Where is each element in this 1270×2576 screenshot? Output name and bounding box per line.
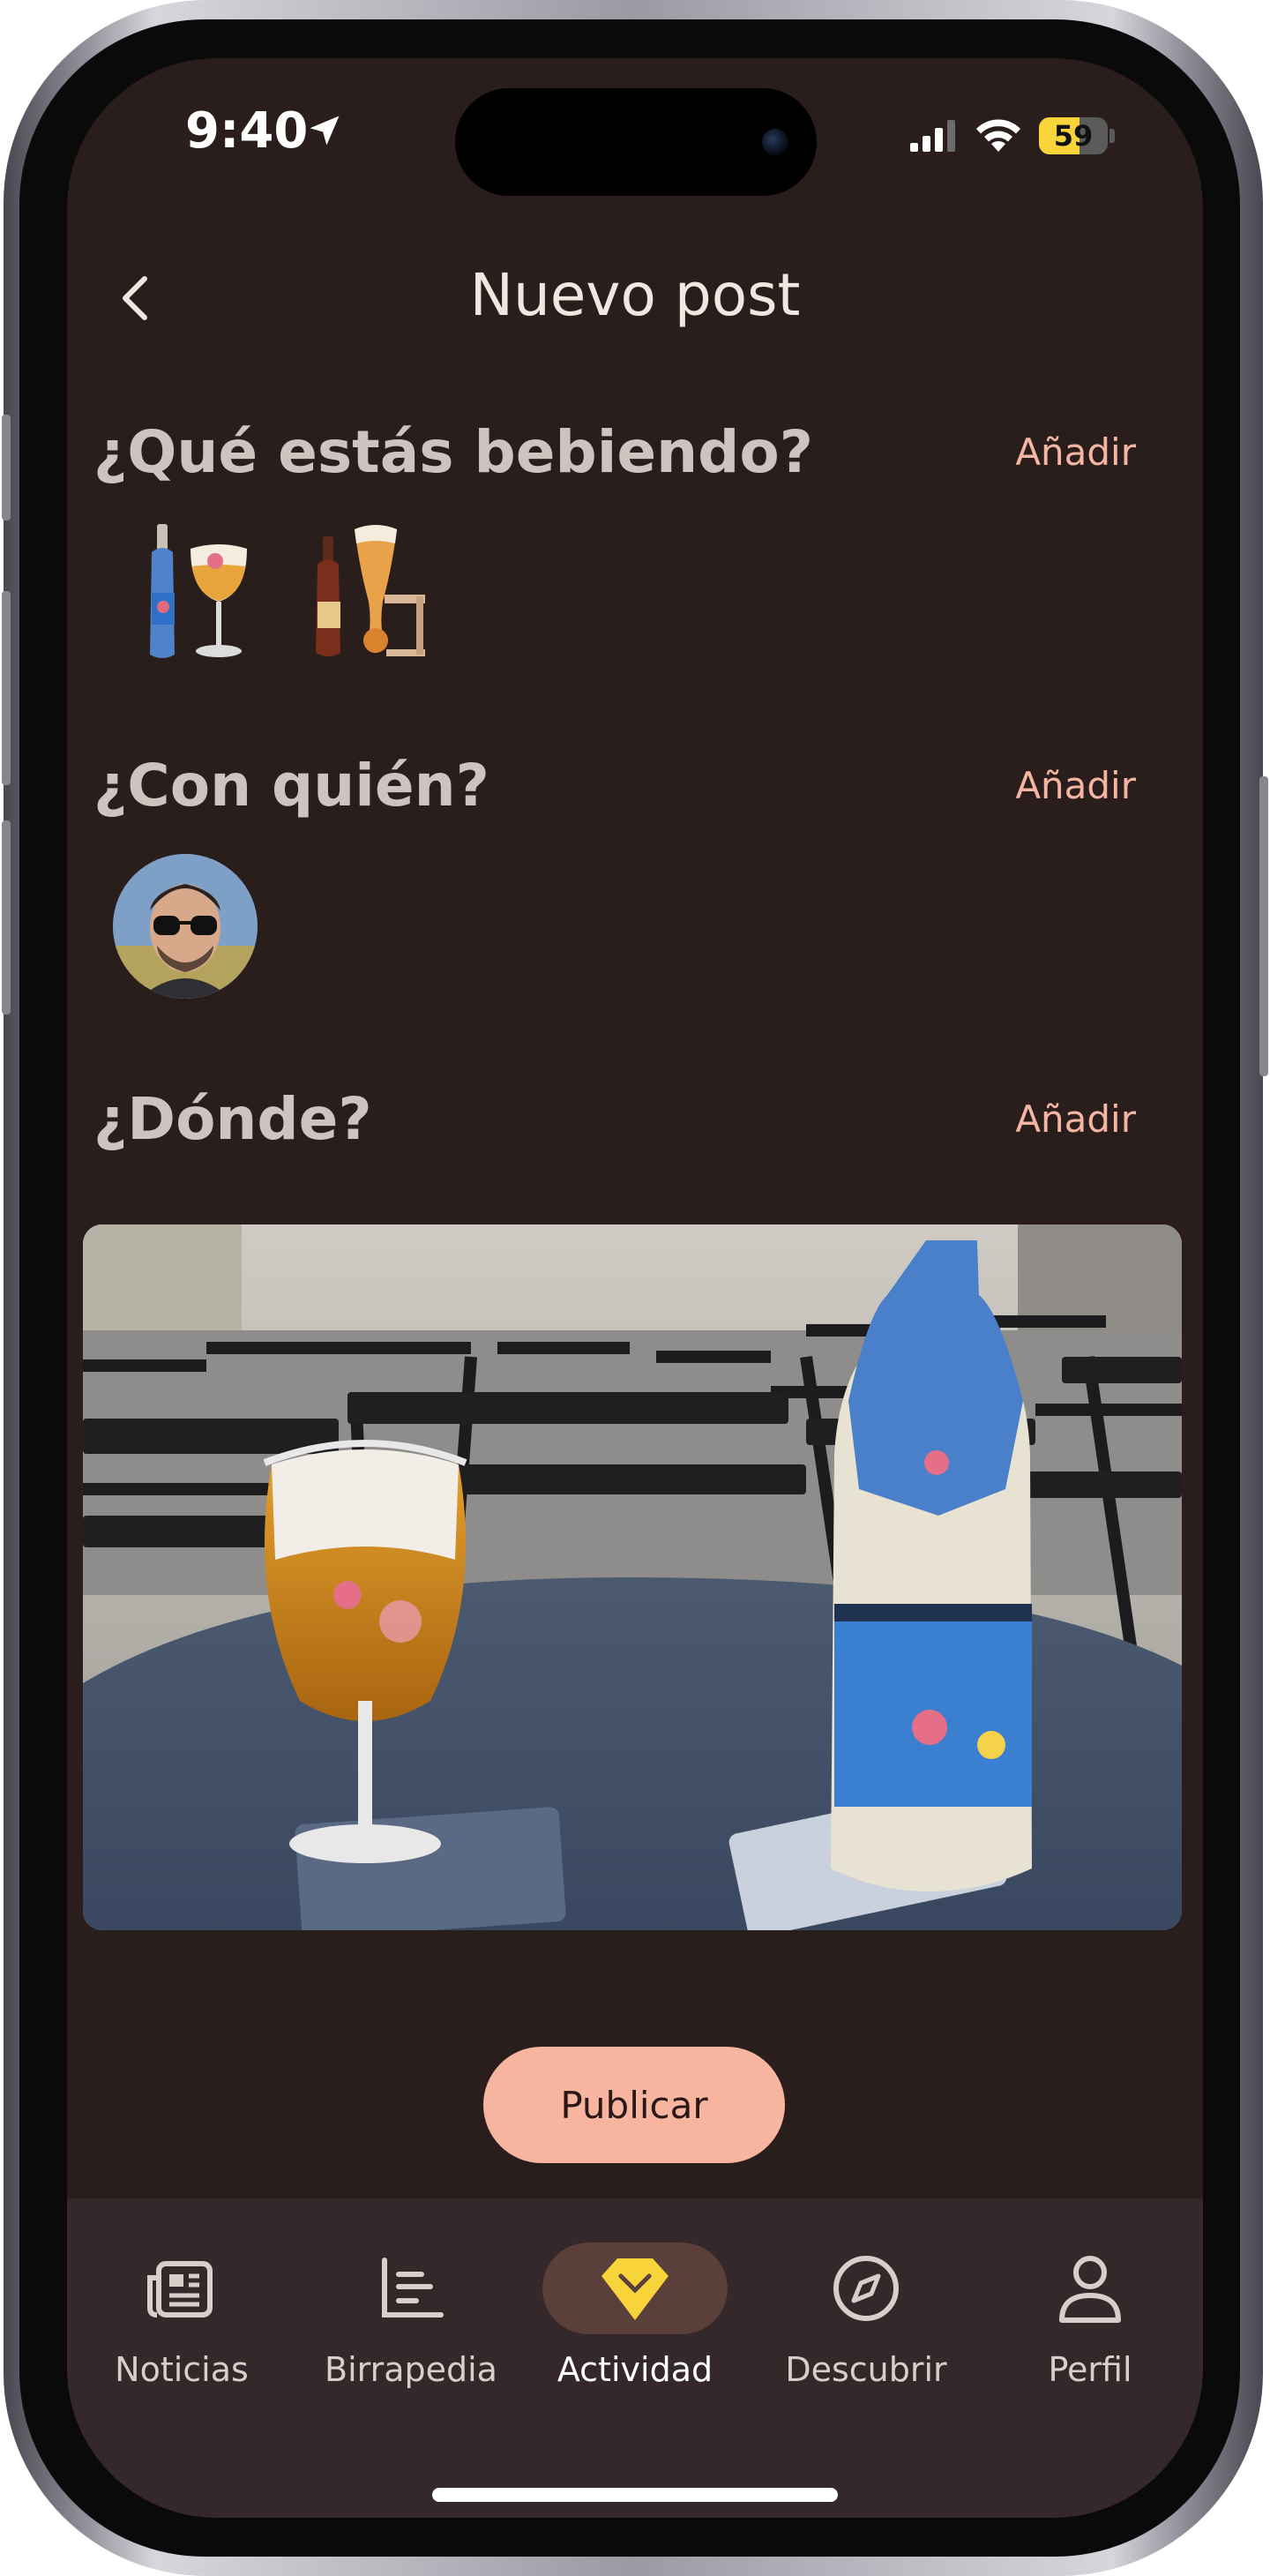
friend-avatar[interactable]	[113, 854, 258, 999]
battery-nub	[1109, 129, 1115, 143]
battery-percent: 59	[1053, 119, 1094, 153]
drinking-section-title: ¿Qué estás bebiendo?	[93, 418, 814, 486]
nav-label-noticias: Noticias	[115, 2350, 249, 2389]
nav-icon-container	[997, 2243, 1183, 2334]
wifi-icon	[976, 119, 1020, 152]
delirium-tremens-thumbnail[interactable]	[138, 517, 252, 667]
nav-label-descubrir: Descubrir	[785, 2350, 947, 2389]
add-friend-link[interactable]: Añadir	[1015, 764, 1136, 807]
kwak-thumbnail[interactable]	[310, 517, 425, 667]
compass-icon	[833, 2256, 899, 2321]
nav-icon-container-active	[542, 2243, 728, 2334]
volume-up-button	[2, 591, 11, 785]
list-icon	[382, 2258, 444, 2318]
nav-item-descubrir[interactable]: Descubrir	[760, 2234, 972, 2410]
volume-down-button	[2, 820, 11, 1015]
nav-item-perfil[interactable]: Perfil	[984, 2234, 1196, 2410]
nav-item-birrapedia[interactable]: Birrapedia	[305, 2234, 517, 2410]
location-arrow-icon	[310, 116, 340, 146]
power-button	[1259, 776, 1268, 1076]
home-indicator[interactable]	[432, 2488, 838, 2502]
nav-icon-container	[318, 2243, 504, 2334]
action-button	[2, 415, 11, 520]
signal-icon	[910, 120, 955, 152]
add-location-link[interactable]: Añadir	[1015, 1097, 1136, 1141]
battery-indicator: 59	[1039, 117, 1108, 154]
nav-label-actividad: Actividad	[557, 2350, 713, 2389]
dynamic-island	[455, 88, 817, 196]
add-drink-link[interactable]: Añadir	[1015, 431, 1136, 474]
bottom-navigation: Noticias Birrapedia Actividad Descubrir …	[67, 2198, 1203, 2518]
nav-item-noticias[interactable]: Noticias	[76, 2234, 288, 2410]
nav-icon-container	[773, 2243, 959, 2334]
nav-item-actividad[interactable]: Actividad	[529, 2234, 741, 2410]
newspaper-icon	[147, 2261, 213, 2318]
app-screen: 9:40 59 Nuevo post ¿Qué estás bebiendo? …	[67, 58, 1203, 2518]
status-icons: 59	[910, 109, 1115, 162]
person-icon	[1059, 2256, 1121, 2323]
post-photo[interactable]	[83, 1224, 1182, 1930]
with-whom-section-title: ¿Con quién?	[93, 752, 489, 820]
nav-label-birrapedia: Birrapedia	[325, 2350, 497, 2389]
nav-label-perfil: Perfil	[1048, 2350, 1132, 2389]
publish-button[interactable]: Publicar	[483, 2047, 785, 2163]
status-time: 9:40	[185, 102, 309, 160]
where-section-title: ¿Dónde?	[93, 1085, 372, 1153]
page-title: Nuevo post	[469, 261, 801, 329]
camera-icon	[762, 129, 788, 155]
nav-icon-container	[89, 2243, 274, 2334]
diamond-icon	[601, 2258, 669, 2320]
